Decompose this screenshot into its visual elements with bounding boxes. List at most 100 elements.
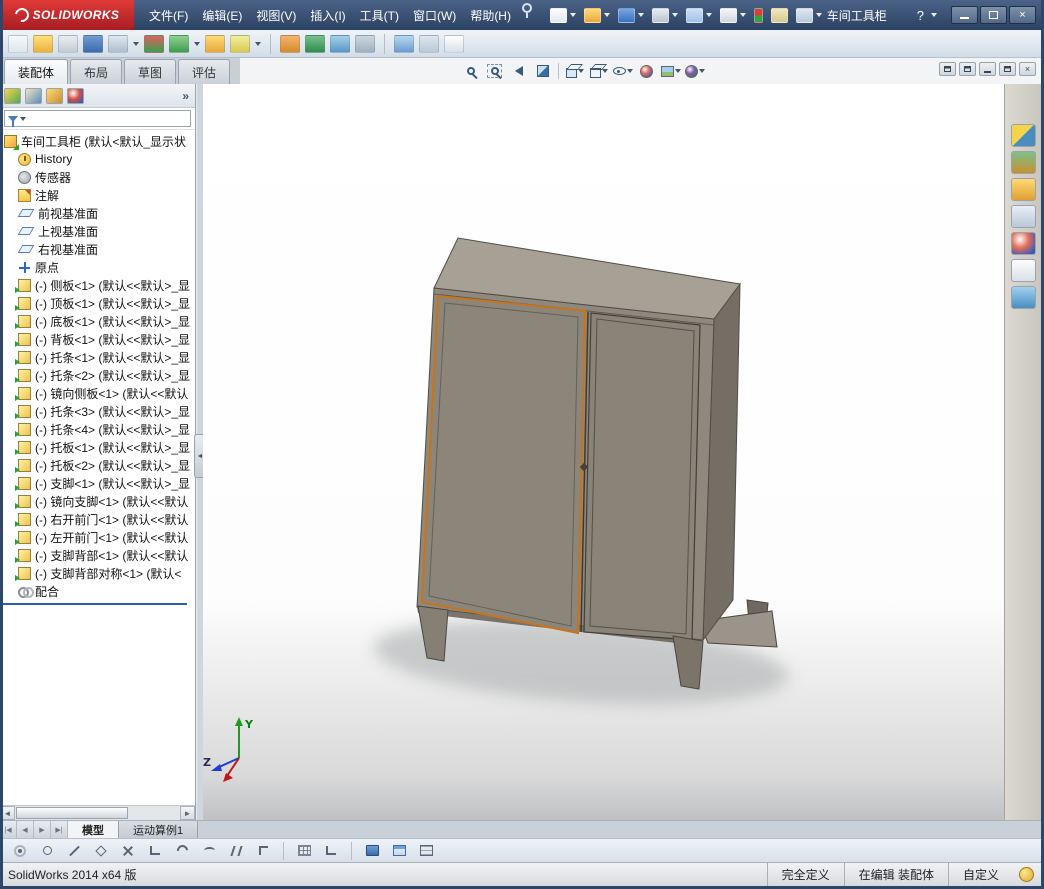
- assembly-visualization-button[interactable]: [330, 35, 350, 53]
- print-button[interactable]: [650, 7, 680, 24]
- change-suppression-button[interactable]: [205, 35, 225, 53]
- doc-minimize-button[interactable]: [979, 62, 996, 76]
- model-tab[interactable]: 模型: [68, 821, 119, 838]
- tangent-snap-button[interactable]: [199, 842, 219, 859]
- property-manager-tab[interactable]: [25, 88, 42, 104]
- rotate-component-button[interactable]: [144, 35, 164, 53]
- tree-item-left-door[interactable]: (-) 左开前门<1> (默认<<默认: [0, 528, 195, 546]
- open-button[interactable]: [582, 7, 612, 24]
- tab-layout[interactable]: 布局: [70, 59, 122, 84]
- motion-study-tab[interactable]: 运动算例1: [119, 821, 198, 838]
- save-button[interactable]: [616, 7, 646, 24]
- undo-button[interactable]: [684, 7, 714, 24]
- menu-pin-icon[interactable]: [522, 3, 532, 13]
- help-dropdown-icon[interactable]: [931, 13, 937, 17]
- edit-component-button[interactable]: [230, 35, 250, 53]
- tab-evaluate[interactable]: 评估: [178, 59, 230, 84]
- solidworks-forum-tab[interactable]: [1011, 286, 1036, 309]
- status-custom-dropdown[interactable]: 自定义: [948, 863, 1013, 886]
- menu-insert[interactable]: 插入(I): [303, 3, 352, 28]
- tree-item-rail-2[interactable]: (-) 托条<2> (默认<<默认>_显: [0, 366, 195, 384]
- doc-close-button[interactable]: ×: [1019, 62, 1036, 76]
- tree-item-right-plane[interactable]: 右视基准面: [0, 240, 195, 258]
- tree-item-top-panel[interactable]: (-) 顶板<1> (默认<<默认>_显: [0, 294, 195, 312]
- menu-file[interactable]: 文件(F): [142, 3, 195, 28]
- tree-item-rail-4[interactable]: (-) 托条<4> (默认<<默认>_显: [0, 420, 195, 438]
- tree-item-bottom-panel[interactable]: (-) 底板<1> (默认<<默认>_显: [0, 312, 195, 330]
- apply-scene-button[interactable]: [660, 61, 681, 81]
- previous-view-button[interactable]: [508, 61, 529, 81]
- tree-item-assembly-root[interactable]: 车间工具柜 (默认<默认_显示状: [0, 132, 195, 150]
- parallel-snap-button[interactable]: [226, 842, 246, 859]
- view-orientation-button[interactable]: [564, 61, 585, 81]
- next-tab-button[interactable]: ▶: [34, 821, 51, 838]
- corner-snap-button[interactable]: [253, 842, 273, 859]
- tree-item-history[interactable]: History: [0, 150, 195, 168]
- view-settings-button[interactable]: [684, 61, 705, 81]
- file-properties-button[interactable]: [769, 7, 790, 24]
- scroll-right-button[interactable]: ►: [180, 806, 195, 820]
- new-button[interactable]: [548, 7, 578, 24]
- quick-tips-icon[interactable]: [1019, 867, 1034, 882]
- close-button[interactable]: ×: [1009, 6, 1036, 24]
- tab-assembly[interactable]: 装配体: [4, 59, 68, 84]
- no-external-references-button[interactable]: [280, 35, 300, 53]
- split-window-button[interactable]: [389, 842, 409, 859]
- feature-manager-tab[interactable]: [4, 88, 21, 104]
- tree-item-rear-foot-mirror[interactable]: (-) 支脚背部对称<1> (默认<: [0, 564, 195, 582]
- panel-overflow-chevron[interactable]: »: [182, 89, 189, 103]
- angle-dimension-button[interactable]: [321, 842, 341, 859]
- hide-show-components-button[interactable]: [169, 35, 189, 53]
- line-snap-button[interactable]: [64, 842, 84, 859]
- scroll-thumb[interactable]: [16, 807, 128, 819]
- tree-item-right-door[interactable]: (-) 右开前门<1> (默认<<默认: [0, 510, 195, 528]
- smart-fasteners-button[interactable]: [83, 35, 103, 53]
- tree-item-leg[interactable]: (-) 支脚<1> (默认<<默认>_显: [0, 474, 195, 492]
- menu-window[interactable]: 窗口(W): [406, 3, 463, 28]
- tree-item-sensors[interactable]: 传感器: [0, 168, 195, 186]
- menu-help[interactable]: 帮助(H): [463, 3, 518, 28]
- dropdown-arrow-icon[interactable]: [194, 42, 200, 46]
- dropdown-arrow-icon[interactable]: [133, 42, 139, 46]
- table-view-button[interactable]: [416, 842, 436, 859]
- last-tab-button[interactable]: ▶|: [51, 821, 68, 838]
- appearances-scenes-tab[interactable]: [1011, 232, 1036, 255]
- section-view-button[interactable]: [532, 61, 553, 81]
- point-snap-button[interactable]: [10, 842, 30, 859]
- exploded-view-button[interactable]: [444, 35, 464, 53]
- mate-button[interactable]: [33, 35, 53, 53]
- diamond-snap-button[interactable]: [91, 842, 111, 859]
- measure-button[interactable]: [394, 35, 414, 53]
- help-menu[interactable]: ?: [917, 8, 937, 23]
- tree-item-mates[interactable]: 配合: [0, 582, 195, 600]
- help-question-icon[interactable]: ?: [917, 8, 924, 23]
- linear-component-pattern-button[interactable]: [58, 35, 78, 53]
- display-manager-tab[interactable]: [67, 88, 84, 104]
- cabinet-right-door[interactable]: [584, 313, 700, 640]
- tree-item-origin[interactable]: 原点: [0, 258, 195, 276]
- custom-properties-tab[interactable]: [1011, 259, 1036, 282]
- insert-component-button[interactable]: [8, 35, 28, 53]
- angle-snap-button[interactable]: [145, 842, 165, 859]
- tree-item-back-panel[interactable]: (-) 背板<1> (默认<<默认>_显: [0, 330, 195, 348]
- tree-item-side-panel[interactable]: (-) 侧板<1> (默认<<默认>_显: [0, 276, 195, 294]
- design-library-tab[interactable]: [1011, 151, 1036, 174]
- cabinet-left-door-selected[interactable]: [422, 296, 585, 633]
- zoom-fit-button[interactable]: [460, 61, 481, 81]
- menu-tools[interactable]: 工具(T): [353, 3, 406, 28]
- tab-sketch[interactable]: 草图: [124, 59, 176, 84]
- tree-item-shelf-2[interactable]: (-) 托板<2> (默认<<默认>_显: [0, 456, 195, 474]
- tree-item-rail-1[interactable]: (-) 托条<1> (默认<<默认>_显: [0, 348, 195, 366]
- menu-edit[interactable]: 编辑(E): [195, 3, 249, 28]
- hide-show-items-button[interactable]: [612, 61, 633, 81]
- tree-item-top-plane[interactable]: 上视基准面: [0, 222, 195, 240]
- solidworks-resources-tab[interactable]: [1011, 124, 1036, 147]
- doc-cascade-button[interactable]: [939, 62, 956, 76]
- mass-properties-button[interactable]: [419, 35, 439, 53]
- display-style-button[interactable]: [588, 61, 609, 81]
- tree-filter-input[interactable]: [4, 110, 191, 127]
- tree-item-annotations[interactable]: 注解: [0, 186, 195, 204]
- grid-display-button[interactable]: [294, 842, 314, 859]
- rebuild-button[interactable]: [752, 7, 765, 24]
- scroll-track[interactable]: [15, 806, 180, 820]
